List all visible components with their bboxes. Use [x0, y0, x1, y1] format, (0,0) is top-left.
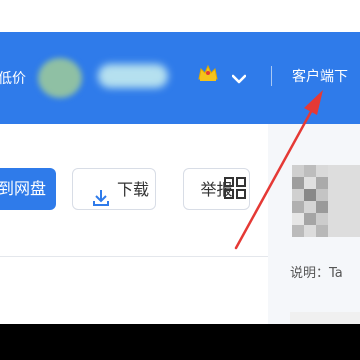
- annotation-arrow: [234, 90, 323, 250]
- screenshot-frame: 低价 客户端下 到网盘 下载 举报 说明：Ta: [0, 0, 360, 324]
